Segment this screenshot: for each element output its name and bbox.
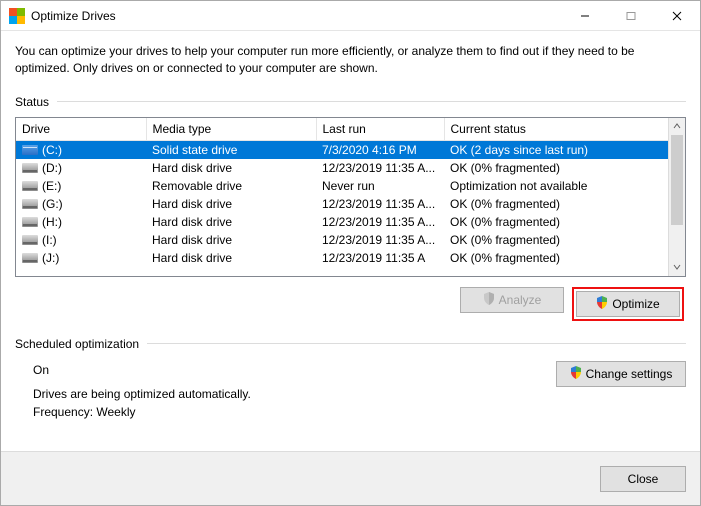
status-label-text: Status	[15, 95, 49, 109]
hdd-drive-icon	[22, 235, 38, 245]
drive-status: Optimization not available	[444, 177, 668, 195]
shield-icon	[596, 296, 608, 312]
drive-name: (J:)	[42, 251, 59, 265]
hdd-drive-icon	[22, 163, 38, 173]
col-media[interactable]: Media type	[146, 118, 316, 141]
drive-lastrun: 12/23/2019 11:35 A	[316, 249, 444, 267]
optimize-drives-window: Optimize Drives You can optimize your dr…	[0, 0, 701, 506]
col-status[interactable]: Current status	[444, 118, 668, 141]
drive-media: Removable drive	[146, 177, 316, 195]
drive-media: Hard disk drive	[146, 249, 316, 267]
hdd-drive-icon	[22, 199, 38, 209]
dialog-footer: Close	[1, 451, 700, 505]
scheduled-label-text: Scheduled optimization	[15, 337, 139, 351]
table-row[interactable]: (G:) Hard disk drive12/23/2019 11:35 A...…	[16, 195, 668, 213]
drive-lastrun: 12/23/2019 11:35 A...	[316, 195, 444, 213]
drives-table: Drive Media type Last run Current status…	[16, 118, 668, 267]
scroll-up-button[interactable]	[669, 118, 685, 135]
drive-name: (G:)	[42, 197, 63, 211]
drive-lastrun: 7/3/2020 4:16 PM	[316, 140, 444, 159]
drive-status: OK (0% fragmented)	[444, 195, 668, 213]
drive-media: Hard disk drive	[146, 231, 316, 249]
window-controls	[562, 1, 700, 30]
table-row[interactable]: (C:) Solid state drive7/3/2020 4:16 PMOK …	[16, 140, 668, 159]
table-row[interactable]: (H:) Hard disk drive12/23/2019 11:35 A...…	[16, 213, 668, 231]
table-header-row[interactable]: Drive Media type Last run Current status	[16, 118, 668, 141]
table-row[interactable]: (D:) Hard disk drive12/23/2019 11:35 A...…	[16, 159, 668, 177]
app-icon	[9, 8, 25, 24]
drive-name: (C:)	[42, 143, 62, 157]
scroll-thumb[interactable]	[671, 135, 683, 225]
close-window-button[interactable]	[654, 1, 700, 30]
drive-status: OK (0% fragmented)	[444, 213, 668, 231]
drive-lastrun: 12/23/2019 11:35 A...	[316, 213, 444, 231]
drives-table-container: Drive Media type Last run Current status…	[15, 117, 686, 277]
close-button[interactable]: Close	[600, 466, 686, 492]
drive-status: OK (0% fragmented)	[444, 159, 668, 177]
drive-media: Solid state drive	[146, 140, 316, 159]
table-row[interactable]: (I:) Hard disk drive12/23/2019 11:35 A...…	[16, 231, 668, 249]
drive-lastrun: 12/23/2019 11:35 A...	[316, 159, 444, 177]
drive-name: (I:)	[42, 233, 57, 247]
drive-lastrun: Never run	[316, 177, 444, 195]
maximize-button[interactable]	[608, 1, 654, 30]
hdd-drive-icon	[22, 253, 38, 263]
drive-status: OK (0% fragmented)	[444, 249, 668, 267]
scheduled-desc: Drives are being optimized automatically…	[33, 387, 556, 401]
drive-media: Hard disk drive	[146, 195, 316, 213]
drive-name: (E:)	[42, 179, 61, 193]
optimize-button[interactable]: Optimize	[576, 291, 680, 317]
shield-icon	[570, 366, 582, 382]
optimize-label: Optimize	[612, 297, 659, 311]
scheduled-section-label: Scheduled optimization	[15, 337, 686, 351]
drive-media: Hard disk drive	[146, 159, 316, 177]
titlebar[interactable]: Optimize Drives	[1, 1, 700, 31]
intro-text: You can optimize your drives to help you…	[15, 43, 686, 77]
table-row[interactable]: (J:) Hard disk drive12/23/2019 11:35 AOK …	[16, 249, 668, 267]
scheduled-freq: Frequency: Weekly	[33, 405, 556, 419]
close-label: Close	[628, 472, 659, 486]
hdd-drive-icon	[22, 217, 38, 227]
minimize-button[interactable]	[562, 1, 608, 30]
drive-name: (H:)	[42, 215, 62, 229]
drive-status: OK (0% fragmented)	[444, 231, 668, 249]
col-lastrun[interactable]: Last run	[316, 118, 444, 141]
status-section-label: Status	[15, 95, 686, 109]
hdd-drive-icon	[22, 181, 38, 191]
vertical-scrollbar[interactable]	[668, 118, 685, 276]
drive-status: OK (2 days since last run)	[444, 140, 668, 159]
window-title: Optimize Drives	[31, 9, 562, 23]
analyze-label: Analyze	[499, 293, 542, 307]
drive-lastrun: 12/23/2019 11:35 A...	[316, 231, 444, 249]
col-drive[interactable]: Drive	[16, 118, 146, 141]
change-settings-label: Change settings	[586, 367, 673, 381]
drive-media: Hard disk drive	[146, 213, 316, 231]
ssd-drive-icon	[22, 145, 38, 155]
scroll-down-button[interactable]	[669, 259, 685, 276]
change-settings-button[interactable]: Change settings	[556, 361, 686, 387]
table-row[interactable]: (E:) Removable driveNever runOptimization…	[16, 177, 668, 195]
analyze-button[interactable]: Analyze	[460, 287, 564, 313]
scheduled-state: On	[33, 363, 556, 377]
shield-icon	[483, 292, 495, 308]
optimize-highlight: Optimize	[572, 287, 684, 321]
drive-name: (D:)	[42, 161, 62, 175]
